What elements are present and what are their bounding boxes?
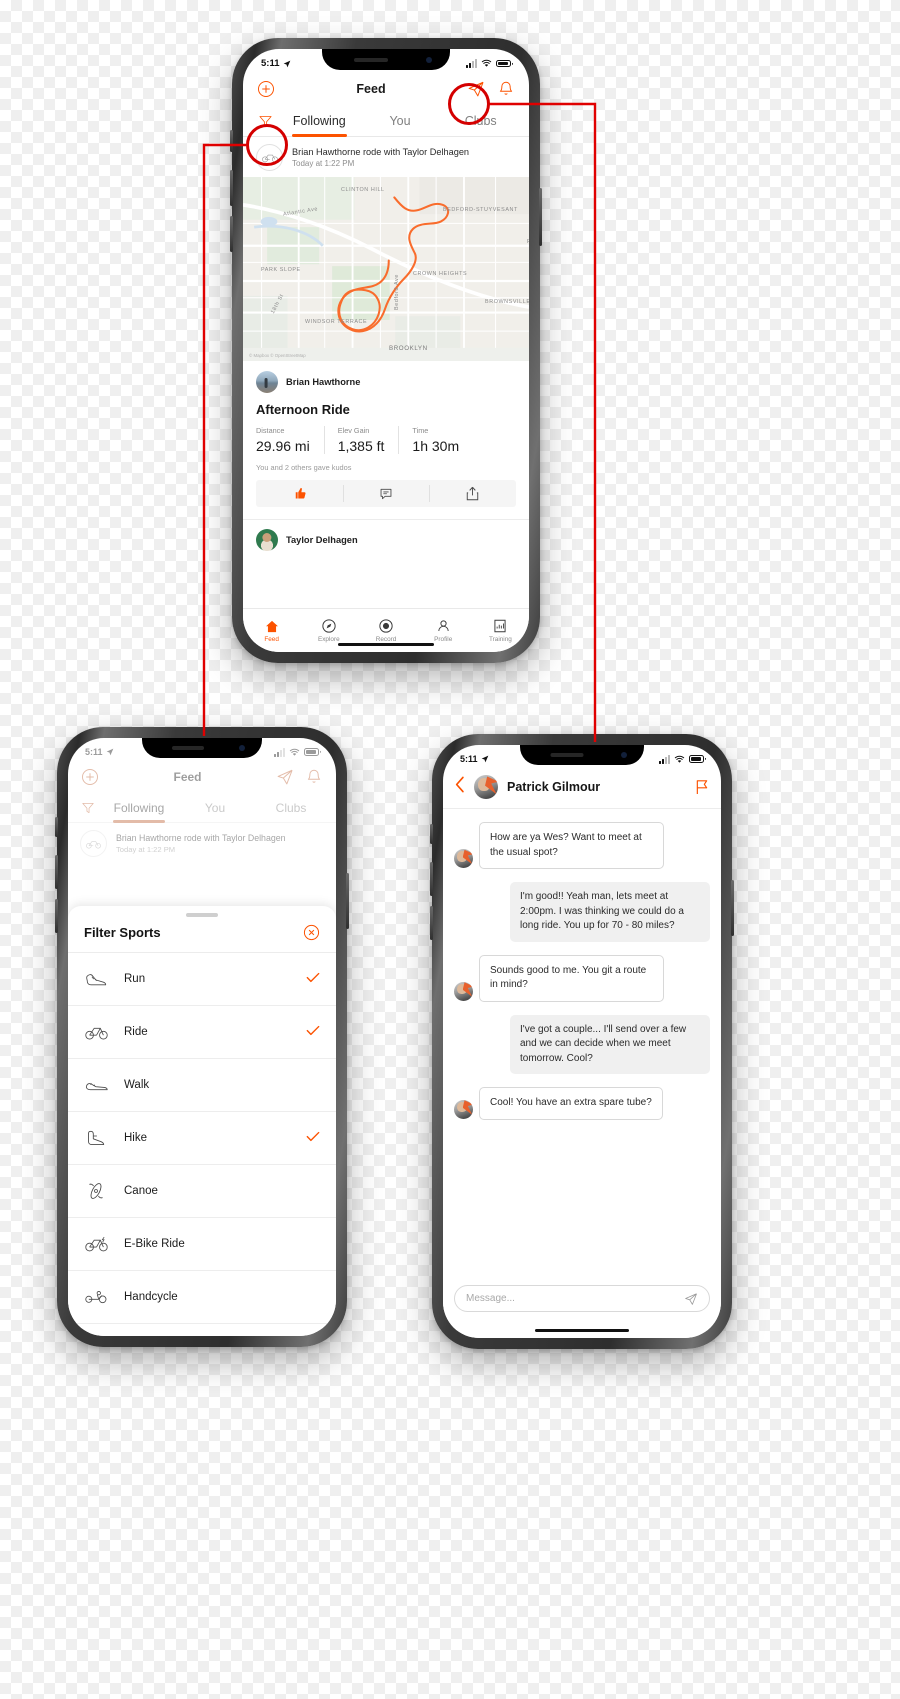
filter-annotation-circle — [246, 124, 288, 166]
mockup-canvas: 5:11 Feed Following You Clubs Brian Hawt… — [0, 0, 900, 1699]
messages-annotation-circle — [448, 83, 490, 125]
annotation-lines — [202, 102, 597, 742]
